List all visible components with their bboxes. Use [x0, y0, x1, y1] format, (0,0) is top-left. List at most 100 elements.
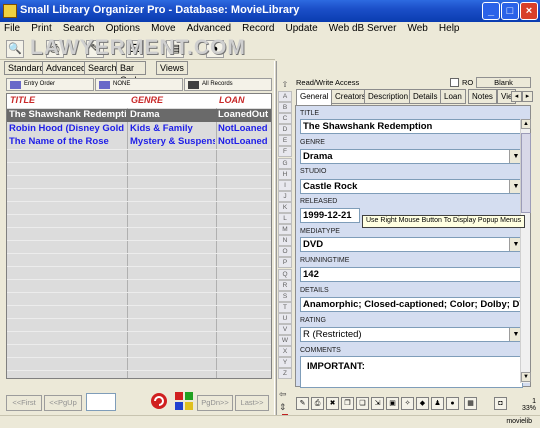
table-row[interactable]: Robin Hood (Disney Gold C Kids & Family …: [7, 123, 271, 136]
alpha-q-button[interactable]: Q: [278, 268, 292, 280]
alpha-c-button[interactable]: C: [278, 113, 292, 125]
menu-web-db-server[interactable]: Web dB Server: [325, 22, 401, 35]
pgdn-button[interactable]: PgDn>>: [197, 395, 233, 411]
released-field[interactable]: 1999-12-21: [300, 208, 360, 223]
minimize-icon[interactable]: _: [482, 2, 500, 20]
record-number-input[interactable]: [86, 393, 116, 411]
alpha-g-button[interactable]: G: [278, 157, 292, 169]
first-button[interactable]: <<First: [6, 395, 42, 411]
alpha-z-button[interactable]: Z: [278, 368, 292, 380]
menu-move[interactable]: Move: [147, 22, 179, 35]
filter-none-button[interactable]: NONE: [95, 78, 183, 91]
title-field[interactable]: The Shawshank Redemption: [300, 119, 523, 134]
table-row[interactable]: The Shawshank Redemption Drama LoanedOut: [7, 109, 271, 122]
globe-icon[interactable]: ●: [446, 397, 459, 410]
alpha-b-button[interactable]: B: [278, 102, 292, 114]
entry-order-button[interactable]: Entry Order: [6, 78, 94, 91]
menu-update[interactable]: Update: [281, 22, 321, 35]
runningtime-field[interactable]: 142: [300, 267, 523, 282]
alpha-up-icon[interactable]: ⇧: [278, 80, 292, 90]
alpha-x-button[interactable]: X: [278, 346, 292, 358]
details-field[interactable]: Anamorphic; Closed-captioned; Color; Dol…: [300, 297, 523, 312]
scroll-up-icon[interactable]: ▲: [521, 119, 531, 129]
alpha-v-button[interactable]: V: [278, 323, 292, 335]
users-icon[interactable]: ♟: [431, 397, 444, 410]
records-grid[interactable]: TITLE GENRE LOAN The Shawshank Redemptio…: [6, 93, 272, 379]
alpha-h-button[interactable]: H: [278, 168, 292, 180]
comments-field[interactable]: IMPORTANT:: [300, 356, 523, 388]
export-icon[interactable]: ⇲: [371, 397, 384, 410]
back-arrow-icon[interactable]: ⇦: [279, 389, 290, 400]
tab-scroll-right-icon[interactable]: ▸: [522, 91, 533, 102]
tab-description[interactable]: Description: [364, 89, 413, 104]
image-icon[interactable]: ▣: [386, 397, 399, 410]
menu-search[interactable]: Search: [59, 22, 99, 35]
alpha-m-button[interactable]: M: [278, 224, 292, 236]
alpha-k-button[interactable]: K: [278, 201, 292, 213]
column-header-genre[interactable]: GENRE: [131, 95, 163, 105]
alpha-n-button[interactable]: N: [278, 235, 292, 247]
alpha-e-button[interactable]: E: [278, 135, 292, 147]
alpha-u-button[interactable]: U: [278, 312, 292, 324]
menu-record[interactable]: Record: [238, 22, 278, 35]
alpha-o-button[interactable]: O: [278, 246, 292, 258]
grid-row-line: [7, 305, 271, 306]
alpha-j-button[interactable]: J: [278, 190, 292, 202]
tab-details[interactable]: Details: [409, 89, 442, 104]
tag-icon[interactable]: ◆: [416, 397, 429, 410]
alpha-f-button[interactable]: F: [278, 146, 292, 158]
form-scrollbar[interactable]: ▲ ▼: [520, 119, 531, 383]
table-row[interactable]: The Name of the Rose Mystery & Suspense …: [7, 136, 271, 149]
alpha-y-button[interactable]: Y: [278, 357, 292, 369]
refresh-icon[interactable]: [148, 390, 170, 412]
print-icon[interactable]: ⎙: [311, 397, 324, 410]
ro-checkbox[interactable]: [450, 78, 459, 87]
pgup-button[interactable]: <<PgUp: [44, 395, 82, 411]
alpha-r-button[interactable]: R: [278, 279, 292, 291]
alpha-t-button[interactable]: T: [278, 301, 292, 313]
duplicate-icon[interactable]: ❏: [356, 397, 369, 410]
tab-scroll-left-icon[interactable]: ◂: [511, 91, 522, 102]
pane-splitter[interactable]: [274, 61, 277, 415]
scroll-down-icon[interactable]: ▼: [521, 372, 531, 382]
scroll-thumb[interactable]: [521, 133, 531, 213]
alpha-a-button[interactable]: A: [278, 91, 292, 102]
tab-advanced[interactable]: Advanced: [42, 61, 91, 75]
alpha-d-button[interactable]: D: [278, 124, 292, 136]
studio-dropdown[interactable]: Castle Rock ▼: [300, 179, 523, 194]
tab-general[interactable]: General: [296, 89, 333, 106]
genre-dropdown[interactable]: Drama ▼: [300, 149, 523, 164]
search-icon[interactable]: 🔍: [6, 40, 24, 58]
tab-loan[interactable]: Loan: [440, 89, 466, 104]
menu-web[interactable]: Web: [403, 22, 431, 35]
alpha-w-button[interactable]: W: [278, 335, 292, 347]
close-icon[interactable]: ×: [520, 2, 538, 20]
last-button[interactable]: Last>>: [235, 395, 269, 411]
tab-views[interactable]: Views: [156, 61, 188, 75]
blank-button[interactable]: Blank: [476, 77, 531, 88]
all-records-button[interactable]: All Records: [184, 78, 272, 91]
copy-icon[interactable]: ❐: [341, 397, 354, 410]
menu-options[interactable]: Options: [102, 22, 144, 35]
mediatype-dropdown[interactable]: DVD ▼: [300, 237, 523, 252]
tab-bar-code[interactable]: Bar Code: [116, 61, 146, 85]
alpha-s-button[interactable]: S: [278, 290, 292, 302]
tab-notes[interactable]: Notes: [468, 89, 497, 104]
book-icon[interactable]: ▦: [464, 397, 477, 410]
menu-file[interactable]: File: [0, 22, 24, 35]
menu-advanced[interactable]: Advanced: [183, 22, 235, 35]
alpha-p-button[interactable]: P: [278, 257, 292, 269]
column-header-loan[interactable]: LOAN: [219, 95, 245, 105]
menu-print[interactable]: Print: [27, 22, 56, 35]
column-header-title[interactable]: TITLE: [10, 95, 35, 105]
rating-dropdown[interactable]: R (Restricted) ▼: [300, 327, 523, 342]
grid-view-icon[interactable]: [173, 390, 195, 412]
pen-icon[interactable]: ✎: [296, 397, 309, 410]
alpha-i-button[interactable]: I: [278, 179, 292, 191]
lightbulb-icon[interactable]: ✧: [401, 397, 414, 410]
expand-arrow-icon[interactable]: ⇕: [279, 402, 290, 413]
menu-help[interactable]: Help: [435, 22, 464, 35]
maximize-icon[interactable]: □: [501, 2, 519, 20]
delete-icon[interactable]: ✖: [326, 397, 339, 410]
alpha-l-button[interactable]: L: [278, 213, 292, 225]
